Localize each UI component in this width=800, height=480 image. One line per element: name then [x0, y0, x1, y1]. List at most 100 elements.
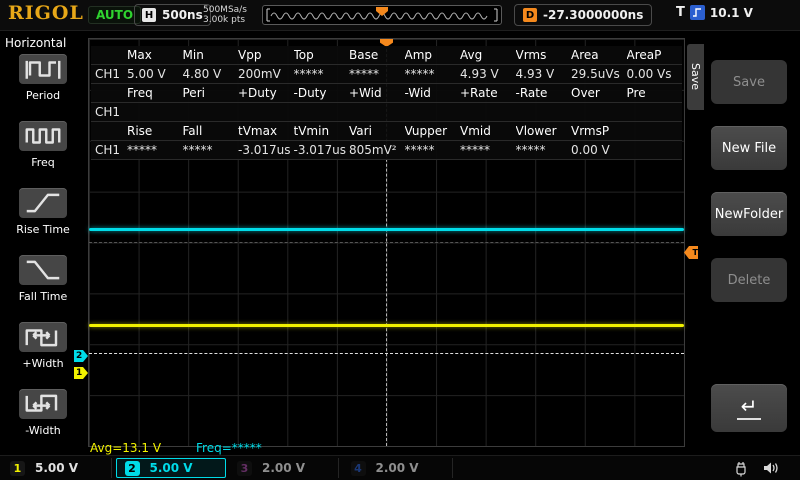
menu-item-label: Period [25, 89, 61, 102]
enter-button[interactable]: ↵ [711, 384, 787, 432]
preview-position-marker [376, 7, 388, 16]
measurement-header: Max [127, 46, 183, 65]
measurement-value [127, 103, 183, 122]
menu-item-width[interactable]: -Width [0, 389, 86, 437]
menu-item-label: Rise Time [16, 223, 70, 236]
channel-3-status[interactable]: 3 2.00 V [229, 458, 339, 478]
freq-icon [19, 121, 67, 151]
measurement-value: ***** [293, 65, 349, 84]
rise-time-icon [19, 188, 67, 218]
speaker-icon [762, 460, 780, 480]
channel-2-badge: 2 [124, 460, 140, 476]
measurement-header: +Rate [460, 84, 516, 103]
measurement-value: -3.017us [293, 141, 349, 160]
measurement-header: Vpp [238, 46, 294, 65]
measurement-header: Fall [182, 122, 238, 141]
channel-3-scale: 2.00 V [262, 461, 306, 475]
measurement-header: +Wid [349, 84, 405, 103]
rigol-logo: RIGOL [8, 2, 84, 24]
measurement-header: Rise [127, 122, 183, 141]
menu-item-period[interactable]: Period [0, 54, 86, 102]
center-horizontal-gridline [89, 242, 684, 243]
delay-badge: D [523, 8, 537, 22]
measurement-channel-label [91, 122, 127, 141]
measurement-header: AreaP [626, 46, 682, 65]
minus-width-icon [19, 389, 67, 419]
avg-measurement-readout: Avg=13.1 V [90, 441, 162, 455]
enter-arrow-icon: ↵ [736, 396, 762, 420]
measurement-header: Area [571, 46, 627, 65]
measurement-header: Base [349, 46, 405, 65]
measurement-header: Vupper [404, 122, 460, 141]
measurement-header: Vari [349, 122, 405, 141]
waveform-preview[interactable] [262, 5, 502, 25]
measurement-table: Max Min Vpp Top Base Amp Avg Vrms Area AreaP CH1 5.… [91, 46, 682, 160]
measurement-value [515, 103, 571, 122]
new-folder-button[interactable]: NewFolder [711, 192, 787, 236]
save-button[interactable]: Save [711, 60, 787, 104]
measurement-channel-label [91, 46, 127, 65]
sample-rate: 500MSa/s [203, 5, 247, 15]
measurement-channel-label: CH1 [91, 141, 127, 160]
measurement-header: Avg [460, 46, 516, 65]
acquisition-info: 500MSa/s 3.00k pts [203, 5, 247, 25]
channel-2-scale: 5.00 V [149, 461, 193, 475]
horizontal-timebase-group[interactable]: H 500ns [134, 4, 211, 26]
measurement-header: Top [293, 46, 349, 65]
channel-3-badge: 3 [237, 460, 252, 476]
measurement-header: -Duty [293, 84, 349, 103]
channel-1-scale: 5.00 V [35, 461, 79, 475]
ch2-offset-reference-line [89, 353, 684, 354]
menu-item-freq[interactable]: Freq [0, 121, 86, 169]
measurement-header: Vlower [515, 122, 571, 141]
freq-measurement-readout: Freq=***** [196, 441, 262, 455]
measurement-header [626, 122, 682, 141]
measurement-header: Min [182, 46, 238, 65]
measurement-header: Pre [626, 84, 682, 103]
channel-1-status[interactable]: 1 5.00 V [2, 458, 112, 478]
ch1-trace [89, 324, 684, 327]
measurement-value: 29.5uVs [571, 65, 627, 84]
measurement-header: -Rate [515, 84, 571, 103]
measurement-value: 4.93 V [515, 65, 571, 84]
menu-item-fall-time[interactable]: Fall Time [0, 255, 86, 303]
delay-group[interactable]: D -27.3000000ns [514, 4, 653, 26]
menu-item-label: -Width [25, 424, 61, 437]
channel-bar: 1 5.00 V 2 5.00 V 3 2.00 V 4 2.00 V [0, 455, 800, 480]
measurement-header: +Duty [238, 84, 294, 103]
measurement-header: Vmid [460, 122, 516, 141]
measurement-header: VrmsP [571, 122, 627, 141]
new-file-button[interactable]: New File [711, 126, 787, 170]
memory-depth: 3.00k pts [203, 15, 246, 25]
measurement-value [460, 103, 516, 122]
measurement-header: -Wid [404, 84, 460, 103]
measurement-header: Amp [404, 46, 460, 65]
measurement-value [182, 103, 238, 122]
measurement-value: ***** [349, 65, 405, 84]
trigger-status-group[interactable]: T 10.1 V [676, 5, 753, 20]
measurement-channel-label: CH1 [91, 65, 127, 84]
delay-value: -27.3000000ns [543, 8, 644, 22]
measurement-value: 805mV² [349, 141, 405, 160]
measurement-value: ***** [404, 141, 460, 160]
plus-width-icon [19, 322, 67, 352]
channel-4-status[interactable]: 4 2.00 V [343, 458, 453, 478]
measurement-value [238, 103, 294, 122]
measurement-value: ***** [182, 141, 238, 160]
menu-item-rise-time[interactable]: Rise Time [0, 188, 86, 236]
menu-item-width[interactable]: +Width [0, 322, 86, 370]
menu-item-label: +Width [22, 357, 64, 370]
measurement-header: Over [571, 84, 627, 103]
channel-4-scale: 2.00 V [375, 461, 419, 475]
trigger-level-marker[interactable]: T [684, 246, 698, 259]
measurement-channel-label [91, 84, 127, 103]
usb-icon [733, 461, 749, 480]
fall-time-icon [19, 255, 67, 285]
measurement-value [626, 103, 682, 122]
channel-2-status[interactable]: 2 5.00 V [115, 458, 226, 478]
delete-button[interactable]: Delete [711, 258, 787, 302]
menu-item-label: Freq [31, 156, 55, 169]
measurement-value: 4.80 V [182, 65, 238, 84]
trigger-level-value: 10.1 V [709, 5, 753, 20]
measurement-value: 200mV [238, 65, 294, 84]
